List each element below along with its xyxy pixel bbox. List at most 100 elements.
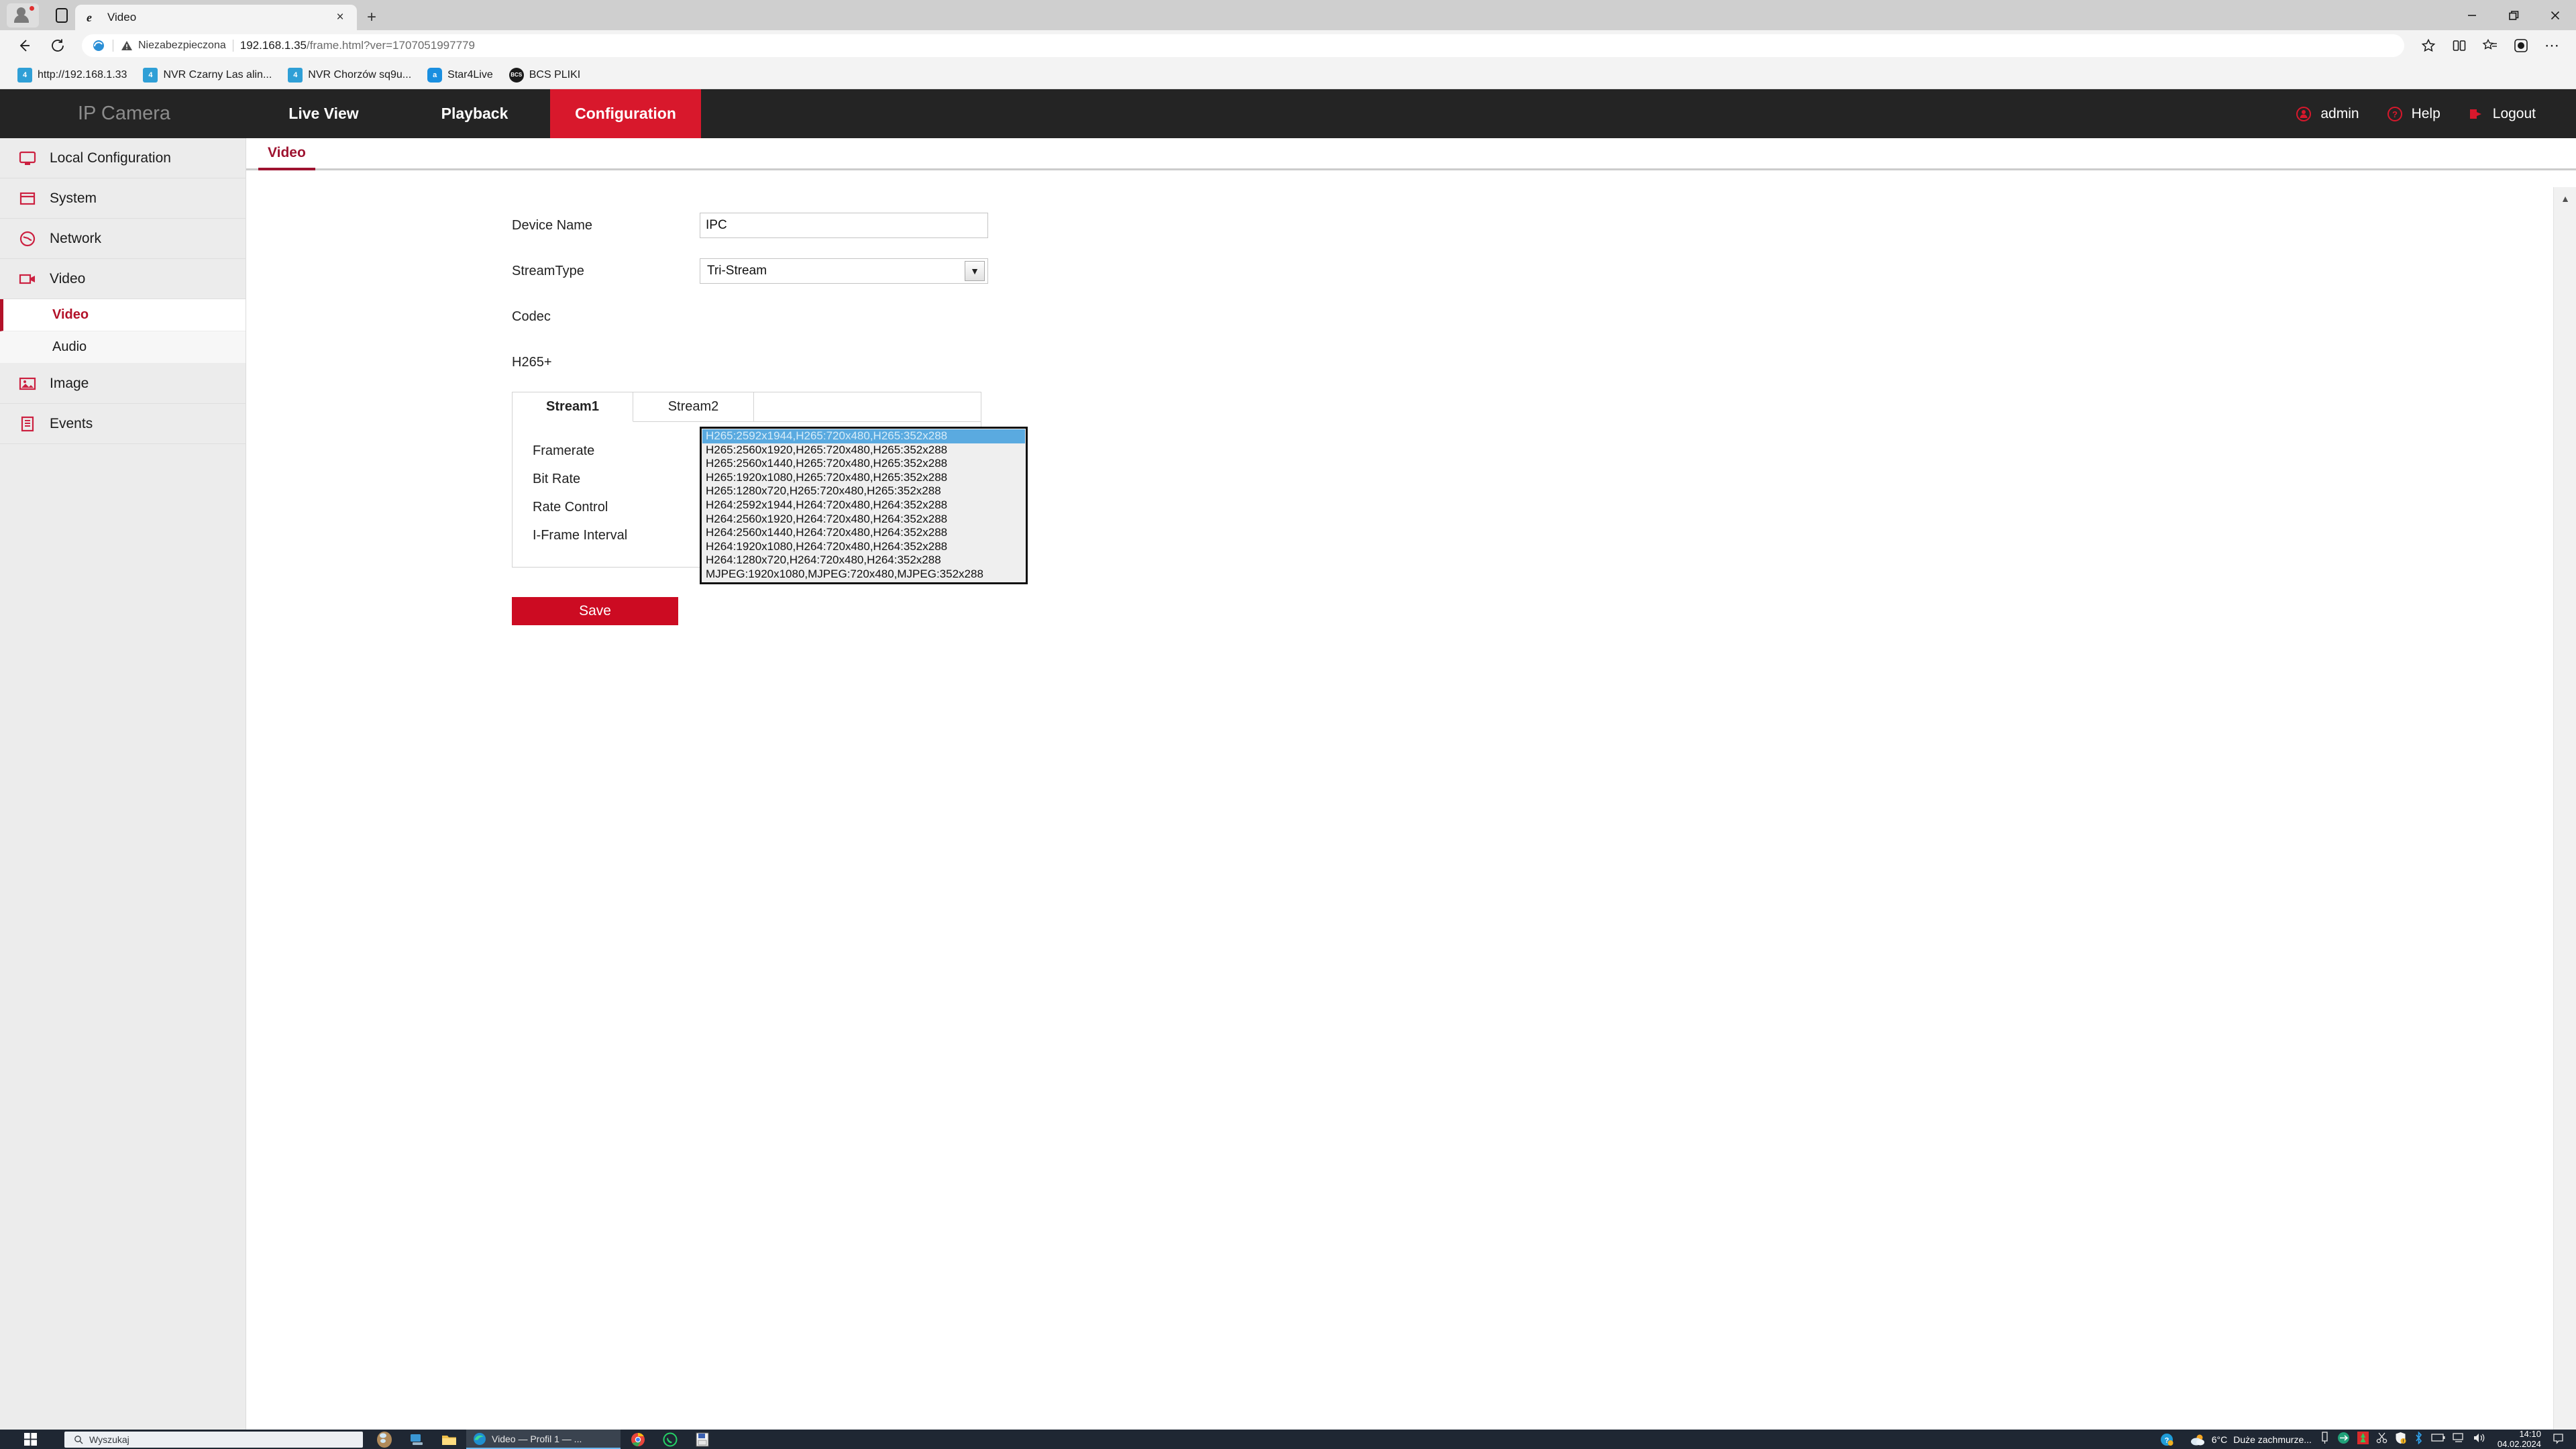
whatsapp-icon[interactable] bbox=[655, 1430, 685, 1449]
warning-triangle-icon bbox=[121, 41, 132, 50]
sidebar-subitem-audio[interactable]: Audio bbox=[0, 331, 246, 364]
header-help[interactable]: ? Help bbox=[2386, 105, 2440, 123]
tab-video[interactable]: Video bbox=[258, 145, 315, 170]
sidebar-subitem-video[interactable]: Video bbox=[0, 299, 246, 331]
save-disk-icon[interactable] bbox=[688, 1430, 717, 1449]
sidebar-item-image[interactable]: Image bbox=[0, 364, 246, 404]
avatar-body-icon bbox=[14, 14, 29, 23]
bookmark-item[interactable]: 4 http://192.168.1.33 bbox=[11, 65, 133, 85]
start-button[interactable] bbox=[0, 1430, 60, 1449]
antivirus-icon[interactable] bbox=[2357, 1431, 2369, 1448]
clock[interactable]: 14:10 04.02.2024 bbox=[2498, 1429, 2541, 1449]
save-button[interactable]: Save bbox=[512, 597, 678, 625]
header-logout[interactable]: Logout bbox=[2467, 105, 2536, 123]
taskbar-search[interactable]: Wyszukaj bbox=[64, 1431, 363, 1448]
toolbar-actions: ⋯ bbox=[2414, 34, 2567, 58]
page-tabs: Video bbox=[246, 138, 2576, 170]
volume-icon[interactable] bbox=[2473, 1432, 2485, 1447]
windows-taskbar: Wyszukaj Video — Profil 1 — ... ? 6°C Du… bbox=[0, 1429, 2576, 1449]
address-bar[interactable]: Niezabezpieczona 192.168.1.35/frame.html… bbox=[82, 34, 2404, 57]
snipping-tool-icon[interactable] bbox=[2376, 1432, 2387, 1447]
bluetooth-icon[interactable] bbox=[2414, 1430, 2424, 1448]
taskbar-active-window[interactable]: Video — Profil 1 — ... bbox=[466, 1430, 621, 1449]
codec-option[interactable]: H265:2560x1920,H265:720x480,H265:352x288 bbox=[702, 443, 1025, 458]
tab-list-button[interactable] bbox=[48, 3, 75, 28]
widgets-icon[interactable] bbox=[370, 1430, 399, 1449]
codec-option[interactable]: H265:2560x1440,H265:720x480,H265:352x288 bbox=[702, 457, 1025, 471]
nav-playback[interactable]: Playback bbox=[399, 89, 550, 138]
bookmark-label: http://192.168.1.33 bbox=[38, 68, 127, 80]
codec-option[interactable]: H264:2592x1944,H264:720x480,H264:352x288 bbox=[702, 498, 1025, 513]
usb-icon[interactable] bbox=[2320, 1431, 2330, 1448]
security-shield-icon[interactable]: ! bbox=[2395, 1432, 2406, 1448]
nav-configuration[interactable]: Configuration bbox=[550, 89, 701, 138]
sidebar-item-events[interactable]: Events bbox=[0, 404, 246, 444]
collections-icon[interactable] bbox=[2475, 34, 2505, 58]
new-tab-button[interactable]: + bbox=[357, 5, 386, 30]
sidebar-label: Local Configuration bbox=[50, 150, 171, 166]
cloudy-icon bbox=[2190, 1434, 2204, 1445]
codec-option[interactable]: H264:1920x1080,H264:720x480,H264:352x288 bbox=[702, 540, 1025, 554]
chrome-icon[interactable] bbox=[623, 1430, 653, 1449]
back-arrow-icon[interactable] bbox=[9, 34, 39, 58]
codec-option[interactable]: H264:2560x1440,H264:720x480,H264:352x288 bbox=[702, 526, 1025, 540]
tray-icon-group: ! bbox=[2320, 1430, 2485, 1448]
codec-option[interactable]: H264:2560x1920,H264:720x480,H264:352x288 bbox=[702, 513, 1025, 527]
minimize-icon[interactable] bbox=[2451, 0, 2493, 30]
remote-desktop-icon[interactable] bbox=[402, 1430, 431, 1449]
sidebar-label: Network bbox=[50, 230, 102, 246]
url-host: 192.168.1.35 bbox=[239, 39, 307, 52]
split-screen-icon[interactable] bbox=[2445, 34, 2474, 58]
copilot-icon[interactable] bbox=[2506, 34, 2536, 58]
header-help-label: Help bbox=[2411, 105, 2440, 121]
weather-widget[interactable]: 6°C Duże zachmurze... bbox=[2190, 1433, 2312, 1446]
notifications-icon[interactable] bbox=[2549, 1433, 2567, 1446]
network-icon[interactable] bbox=[2453, 1432, 2465, 1447]
bookmark-item[interactable]: 4 NVR Chorzów sq9u... bbox=[281, 65, 418, 85]
stream-type-field: Tri-Stream ▼ bbox=[700, 258, 988, 284]
stream-type-select[interactable]: Tri-Stream ▼ bbox=[700, 258, 988, 284]
device-name-input[interactable] bbox=[700, 213, 988, 238]
bookmark-item[interactable]: 4 NVR Czarny Las alin... bbox=[136, 65, 278, 85]
tab-stream2[interactable]: Stream2 bbox=[633, 392, 754, 422]
codec-label: Codec bbox=[512, 309, 551, 324]
svg-text:?: ? bbox=[2392, 109, 2398, 119]
nav-live-view[interactable]: Live View bbox=[248, 89, 399, 138]
help-icon: ? bbox=[2386, 105, 2404, 123]
bookmark-item[interactable]: BCS BCS PLIKI bbox=[502, 65, 587, 85]
page-scrollbar[interactable]: ▲ ▼ bbox=[2553, 187, 2576, 1449]
profile-button[interactable] bbox=[7, 3, 39, 28]
codec-option[interactable]: H264:1280x720,H264:720x480,H264:352x288 bbox=[702, 553, 1025, 568]
bookmark-item[interactable]: a Star4Live bbox=[421, 65, 500, 85]
close-icon[interactable] bbox=[2534, 0, 2576, 30]
sidebar-item-local-configuration[interactable]: Local Configuration bbox=[0, 138, 246, 178]
row-device-name: Device Name bbox=[512, 203, 2576, 248]
battery-icon[interactable] bbox=[2431, 1432, 2445, 1446]
header-admin-label: admin bbox=[2320, 105, 2359, 121]
close-tab-icon[interactable]: × bbox=[331, 9, 349, 26]
sidebar-item-video[interactable]: Video bbox=[0, 259, 246, 299]
browser-tab[interactable]: e Video × bbox=[75, 5, 357, 30]
restore-icon[interactable] bbox=[2493, 0, 2534, 30]
browser-titlebar: e Video × + bbox=[0, 0, 2576, 30]
help-circle-icon[interactable]: ? bbox=[2152, 1430, 2182, 1449]
brand-title: IP Camera bbox=[77, 103, 171, 124]
codec-option[interactable]: MJPEG:1920x1080,MJPEG:720x480,MJPEG:352x… bbox=[702, 568, 1025, 582]
codec-option[interactable]: H265:1280x720,H265:720x480,H265:352x288 bbox=[702, 484, 1025, 498]
codec-option[interactable]: H265:2592x1944,H265:720x480,H265:352x288 bbox=[702, 429, 1025, 443]
sidebar-item-system[interactable]: System bbox=[0, 178, 246, 219]
header-admin[interactable]: admin bbox=[2295, 105, 2359, 123]
codec-option[interactable]: H265:1920x1080,H265:720x480,H265:352x288 bbox=[702, 471, 1025, 485]
security-indicator[interactable]: Niezabezpieczona bbox=[120, 39, 226, 52]
chevron-down-icon[interactable]: ▼ bbox=[965, 261, 985, 281]
scroll-up-icon[interactable]: ▲ bbox=[2554, 187, 2576, 210]
star-icon[interactable] bbox=[2414, 34, 2443, 58]
codec-dropdown-list[interactable]: H265:2592x1944,H265:720x480,H265:352x288… bbox=[700, 427, 1028, 584]
more-options-icon[interactable]: ⋯ bbox=[2537, 34, 2567, 58]
window-controls bbox=[2451, 0, 2576, 30]
tab-stream1[interactable]: Stream1 bbox=[513, 392, 633, 422]
file-explorer-icon[interactable] bbox=[434, 1430, 464, 1449]
network-sync-icon[interactable] bbox=[2337, 1432, 2350, 1448]
sidebar-item-network[interactable]: Network bbox=[0, 219, 246, 259]
refresh-icon[interactable] bbox=[43, 34, 72, 58]
